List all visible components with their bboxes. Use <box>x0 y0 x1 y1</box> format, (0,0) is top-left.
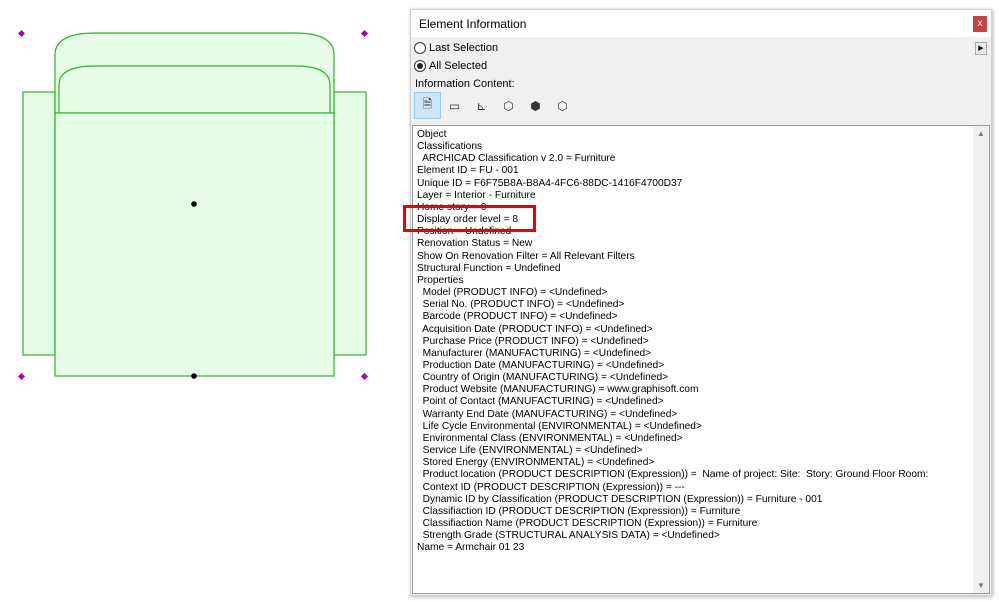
hotspot[interactable] <box>360 372 369 381</box>
info-line: Classifiaction Name (PRODUCT DESCRIPTION… <box>417 518 758 529</box>
info-line: Service Life (ENVIRONMENTAL) = <Undefine… <box>417 445 643 457</box>
2d-axes-icon[interactable]: ⊾ <box>468 92 495 119</box>
info-line: Properties <box>417 274 464 286</box>
bottom-hotspot[interactable] <box>191 373 197 379</box>
information-content-label: Information Content: <box>415 78 515 90</box>
info-line: Context ID (PRODUCT DESCRIPTION (Express… <box>417 481 685 493</box>
info-line: Structural Function = Undefined <box>417 262 561 274</box>
info-line: Point of Contact (MANUFACTURING) = <Unde… <box>417 396 664 408</box>
info-lines: Object Classifications ARCHICAD Classific… <box>417 129 928 554</box>
3d-axes-icon[interactable]: ⬡ <box>549 92 576 119</box>
info-line: Manufacturer (MANUFACTURING) = <Undefine… <box>417 347 652 359</box>
info-line: Environmental Class (ENVIRONMENTAL) = <U… <box>417 432 683 444</box>
document-icon[interactable]: 🗎 <box>414 92 441 119</box>
3d-solid-icon[interactable]: ⬢ <box>522 92 549 119</box>
info-line: Classifiaction ID (PRODUCT DESCRIPTION (… <box>417 505 741 517</box>
panel-title: Element Information <box>419 17 527 31</box>
info-line: Product Website (MANUFACTURING) = www.gr… <box>417 384 699 396</box>
info-line: Acquisition Date (PRODUCT INFO) = <Undef… <box>417 323 653 335</box>
hotspot[interactable] <box>17 372 26 381</box>
content-icon-toolbar: 🗎 ▭ ⊾ ⬡ ⬢ ⬡ <box>414 92 576 119</box>
info-line: Barcode (PRODUCT INFO) = <Undefined> <box>417 311 618 323</box>
radio-label: Last Selection <box>429 42 499 54</box>
radio-circle <box>414 42 426 54</box>
seat <box>54 112 335 377</box>
3d-box-icon[interactable]: ⬡ <box>495 92 522 119</box>
info-line: Model (PRODUCT INFO) = <Undefined> <box>417 287 608 299</box>
center-hotspot[interactable] <box>191 201 197 207</box>
all-selected-radio[interactable]: All Selected <box>414 60 487 72</box>
floor-plan-canvas[interactable] <box>0 0 400 602</box>
information-list[interactable]: Object Classifications ARCHICAD Classific… <box>412 125 990 594</box>
info-line: Object <box>417 129 447 140</box>
hotspot[interactable] <box>17 29 26 38</box>
vertical-scrollbar[interactable]: ▲ ▼ <box>973 126 989 593</box>
info-line: Warranty End Date (MANUFACTURING) = <Und… <box>417 408 678 420</box>
info-line: Strength Grade (STRUCTURAL ANALYSIS DATA… <box>417 530 720 542</box>
info-line: Renovation Status = New <box>417 238 533 250</box>
info-line: Layer = Interior - Furniture <box>417 189 536 201</box>
info-line: Life Cycle Environmental (ENVIRONMENTAL)… <box>417 420 702 432</box>
info-line: ARCHICAD Classification v 2.0 = Furnitur… <box>417 153 616 165</box>
radio-label: All Selected <box>429 60 488 72</box>
info-line: Show On Renovation Filter = All Relevant… <box>417 250 635 262</box>
armrest-left <box>22 91 56 356</box>
highlight-box <box>403 205 536 232</box>
expand-arrow-button[interactable]: ▶ <box>975 42 987 55</box>
element-information-panel: Element Information x Last Selection All… <box>410 9 992 596</box>
info-line: Country of Origin (MANUFACTURING) = <Und… <box>417 372 669 384</box>
title-bar[interactable]: Element Information x <box>411 10 991 37</box>
radio-circle <box>414 60 426 72</box>
info-line: Dynamic ID by Classification (PRODUCT DE… <box>417 493 823 505</box>
info-line: Production Date (MANUFACTURING) = <Undef… <box>417 359 665 371</box>
2d-view-icon[interactable]: ▭ <box>441 92 468 119</box>
info-line: Element ID = FU - 001 <box>417 165 519 177</box>
info-line: Classifications <box>417 141 483 153</box>
armrest-right <box>333 91 367 356</box>
close-button[interactable]: x <box>973 16 987 32</box>
backrest-inner <box>58 65 331 114</box>
info-line: Unique ID = F6F75B8A-B8A4-4FC6-88DC-1416… <box>417 177 683 189</box>
info-line: Name = Armchair 01 23 <box>417 542 525 554</box>
info-line: Purchase Price (PRODUCT INFO) = <Undefin… <box>417 335 649 347</box>
hotspot[interactable] <box>360 29 369 38</box>
info-line: Serial No. (PRODUCT INFO) = <Undefined> <box>417 299 625 311</box>
last-selection-radio[interactable]: Last Selection <box>414 42 498 54</box>
info-line: Product location (PRODUCT DESCRIPTION (E… <box>417 469 929 481</box>
info-line: Stored Energy (ENVIRONMENTAL) = <Undefin… <box>417 457 655 469</box>
